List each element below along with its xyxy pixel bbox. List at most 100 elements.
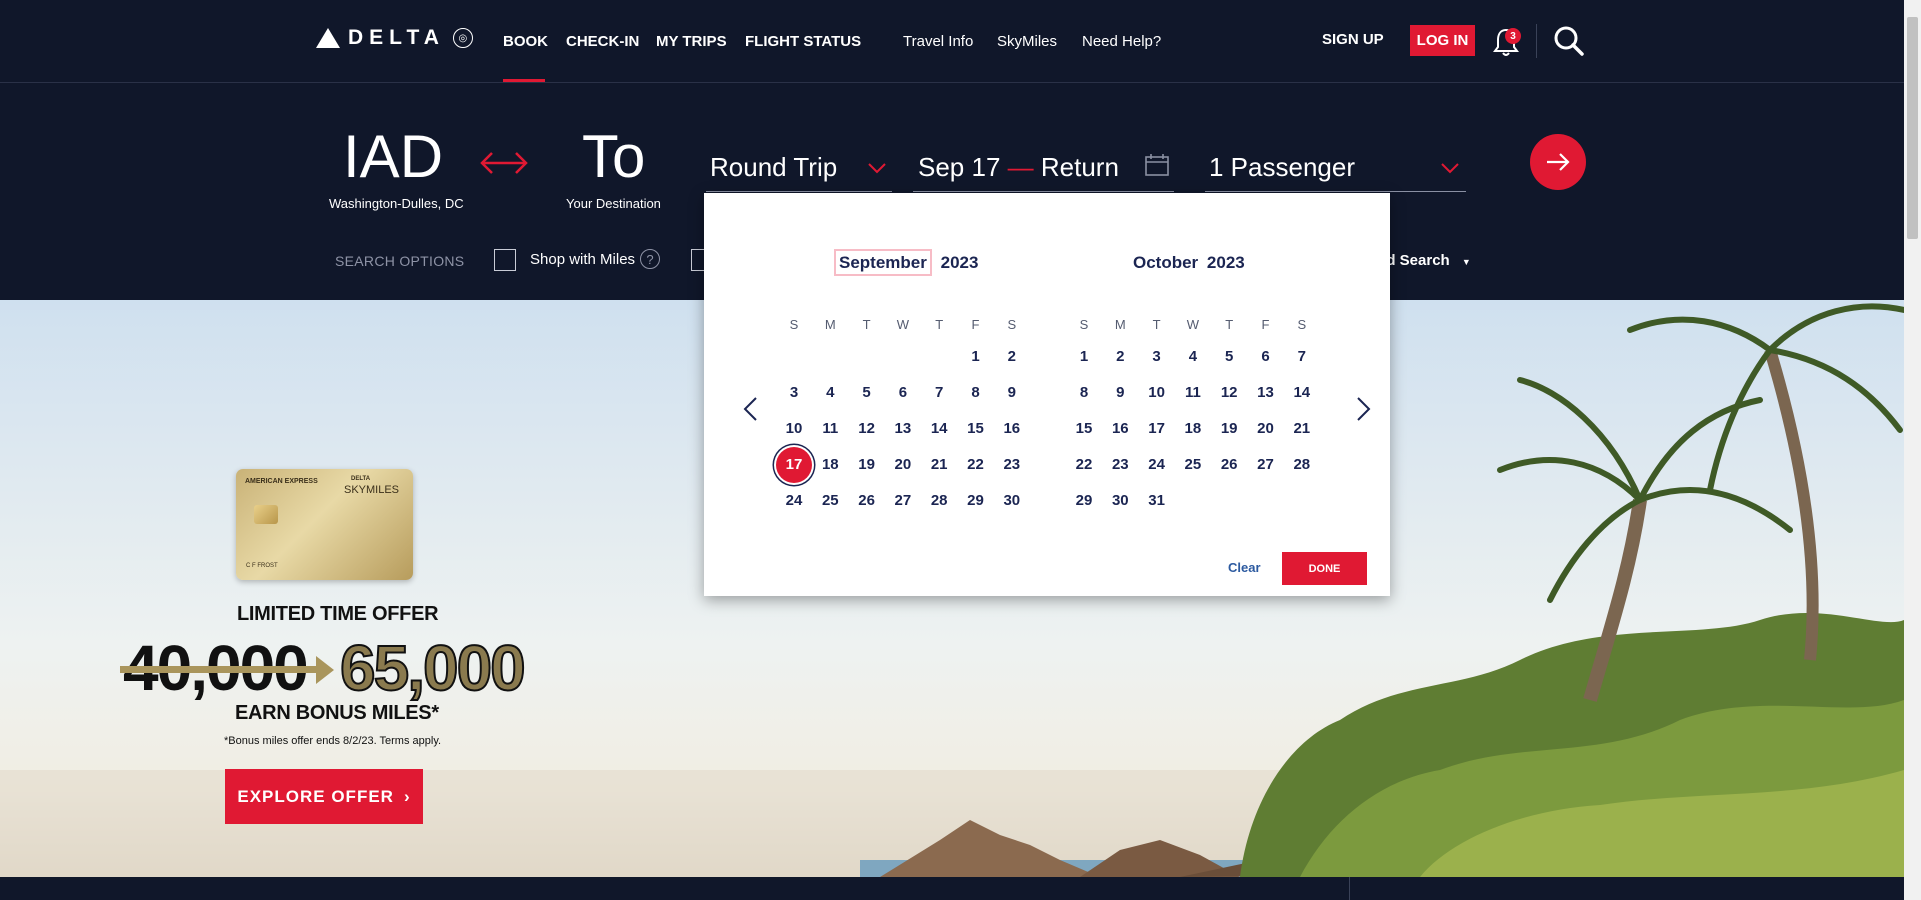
day-cell[interactable]: 16 bbox=[994, 411, 1030, 447]
day-cell[interactable]: 3 bbox=[1139, 339, 1175, 375]
day-cell[interactable]: 19 bbox=[849, 447, 885, 483]
destination-name: Your Destination bbox=[566, 196, 661, 211]
day-cell[interactable]: 23 bbox=[994, 447, 1030, 483]
day-cell[interactable]: 25 bbox=[812, 483, 848, 519]
log-in-button[interactable]: LOG IN bbox=[1410, 25, 1475, 56]
scrollbar-thumb[interactable] bbox=[1907, 17, 1918, 239]
nav-check-in[interactable]: CHECK-IN bbox=[566, 33, 639, 50]
swap-arrows-icon[interactable] bbox=[478, 147, 530, 179]
day-cell[interactable]: 6 bbox=[885, 375, 921, 411]
day-cell[interactable]: 13 bbox=[885, 411, 921, 447]
day-cell[interactable]: 12 bbox=[849, 411, 885, 447]
day-cell[interactable]: 5 bbox=[1211, 339, 1247, 375]
destination-code[interactable]: To bbox=[582, 122, 645, 191]
day-cell[interactable]: 1 bbox=[958, 339, 994, 375]
day-cell[interactable]: 3 bbox=[776, 375, 812, 411]
done-button[interactable]: DONE bbox=[1282, 552, 1367, 585]
day-cell[interactable]: 18 bbox=[1175, 411, 1211, 447]
day-cell[interactable]: 16 bbox=[1102, 411, 1138, 447]
left-month-name[interactable]: September bbox=[834, 249, 932, 276]
day-cell[interactable]: 28 bbox=[1284, 447, 1320, 483]
depart-date: Sep 17 bbox=[918, 152, 1001, 182]
origin-code[interactable]: IAD bbox=[343, 122, 443, 191]
day-cell[interactable]: 30 bbox=[994, 483, 1030, 519]
day-cell[interactable]: 10 bbox=[1139, 375, 1175, 411]
arrow-right-icon bbox=[316, 656, 334, 684]
help-icon[interactable]: ? bbox=[640, 249, 660, 269]
submit-search-button[interactable] bbox=[1530, 134, 1586, 190]
day-cell[interactable]: 27 bbox=[885, 483, 921, 519]
day-cell[interactable]: 27 bbox=[1248, 447, 1284, 483]
trip-type-select[interactable]: Round Trip bbox=[706, 140, 892, 192]
day-cell[interactable]: 21 bbox=[1284, 411, 1320, 447]
advanced-search-link[interactable]: ed Search ▼ bbox=[1378, 252, 1471, 269]
sign-up-link[interactable]: SIGN UP bbox=[1322, 31, 1384, 48]
day-cell[interactable]: 6 bbox=[1248, 339, 1284, 375]
nav-skymiles[interactable]: SkyMiles bbox=[997, 33, 1057, 50]
card-product: SKYMILES bbox=[344, 484, 400, 496]
next-month-icon[interactable] bbox=[1353, 396, 1373, 422]
day-cell[interactable]: 19 bbox=[1211, 411, 1247, 447]
day-cell[interactable]: 15 bbox=[1066, 411, 1102, 447]
credit-card-image[interactable]: AMERICAN EXPRESS DELTA SKYMILES C F FROS… bbox=[236, 469, 413, 580]
day-cell[interactable]: 10 bbox=[776, 411, 812, 447]
day-cell[interactable]: 11 bbox=[1175, 375, 1211, 411]
weekday-label: M bbox=[1114, 317, 1126, 332]
day-cell[interactable]: 2 bbox=[994, 339, 1030, 375]
day-cell[interactable]: 22 bbox=[1066, 447, 1102, 483]
day-cell[interactable]: 7 bbox=[1284, 339, 1320, 375]
day-cell[interactable]: 21 bbox=[921, 447, 957, 483]
explore-offer-button[interactable]: EXPLORE OFFER › bbox=[225, 769, 423, 824]
day-cell[interactable]: 13 bbox=[1248, 375, 1284, 411]
day-cell[interactable]: 23 bbox=[1102, 447, 1138, 483]
day-cell[interactable]: 8 bbox=[1066, 375, 1102, 411]
search-icon[interactable] bbox=[1553, 25, 1585, 57]
logo-text: DELTA bbox=[348, 26, 445, 49]
day-cell[interactable]: 20 bbox=[885, 447, 921, 483]
arrow-right-icon bbox=[1547, 153, 1570, 171]
day-cell[interactable]: 7 bbox=[921, 375, 957, 411]
day-cell[interactable]: 9 bbox=[994, 375, 1030, 411]
day-cell[interactable]: 14 bbox=[1284, 375, 1320, 411]
day-cell[interactable]: 12 bbox=[1211, 375, 1247, 411]
day-cell[interactable]: 31 bbox=[1139, 483, 1175, 519]
day-cell[interactable]: 25 bbox=[1175, 447, 1211, 483]
weekday-label: F bbox=[1261, 317, 1270, 332]
nav-flight-status[interactable]: FLIGHT STATUS bbox=[745, 33, 861, 50]
passenger-select[interactable]: 1 Passenger bbox=[1205, 140, 1466, 192]
day-cell[interactable]: 26 bbox=[849, 483, 885, 519]
day-cell[interactable]: 22 bbox=[958, 447, 994, 483]
day-cell[interactable]: 14 bbox=[921, 411, 957, 447]
clear-dates-link[interactable]: Clear bbox=[1228, 560, 1261, 575]
shop-with-miles-checkbox[interactable] bbox=[494, 249, 516, 271]
day-cell[interactable]: 29 bbox=[1066, 483, 1102, 519]
selected-day-cell[interactable]: 17 bbox=[776, 447, 812, 483]
nav-travel-info[interactable]: Travel Info bbox=[903, 33, 973, 50]
globe-icon: ◎ bbox=[452, 28, 473, 48]
day-cell[interactable]: 15 bbox=[958, 411, 994, 447]
nav-my-trips[interactable]: MY TRIPS bbox=[656, 33, 727, 50]
delta-logo[interactable]: DELTA ◎ bbox=[316, 26, 473, 50]
day-cell[interactable]: 8 bbox=[958, 375, 994, 411]
day-cell[interactable]: 1 bbox=[1066, 339, 1102, 375]
day-cell[interactable]: 26 bbox=[1211, 447, 1247, 483]
day-cell[interactable]: 29 bbox=[958, 483, 994, 519]
shop-with-miles-label[interactable]: Shop with Miles bbox=[530, 251, 635, 268]
previous-month-icon[interactable] bbox=[741, 396, 761, 422]
day-cell[interactable]: 17 bbox=[1139, 411, 1175, 447]
day-cell[interactable]: 30 bbox=[1102, 483, 1138, 519]
date-picker-field[interactable]: Sep 17 — Return bbox=[913, 140, 1174, 192]
day-cell[interactable]: 2 bbox=[1102, 339, 1138, 375]
day-cell[interactable]: 24 bbox=[1139, 447, 1175, 483]
day-cell[interactable]: 20 bbox=[1248, 411, 1284, 447]
day-cell[interactable]: 4 bbox=[1175, 339, 1211, 375]
day-cell[interactable]: 11 bbox=[812, 411, 848, 447]
day-cell[interactable]: 18 bbox=[812, 447, 848, 483]
day-cell[interactable]: 9 bbox=[1102, 375, 1138, 411]
nav-need-help[interactable]: Need Help? bbox=[1082, 33, 1161, 50]
day-cell[interactable]: 5 bbox=[849, 375, 885, 411]
day-cell[interactable]: 28 bbox=[921, 483, 957, 519]
day-cell[interactable]: 24 bbox=[776, 483, 812, 519]
day-cell[interactable]: 4 bbox=[812, 375, 848, 411]
nav-book[interactable]: BOOK bbox=[503, 33, 548, 50]
